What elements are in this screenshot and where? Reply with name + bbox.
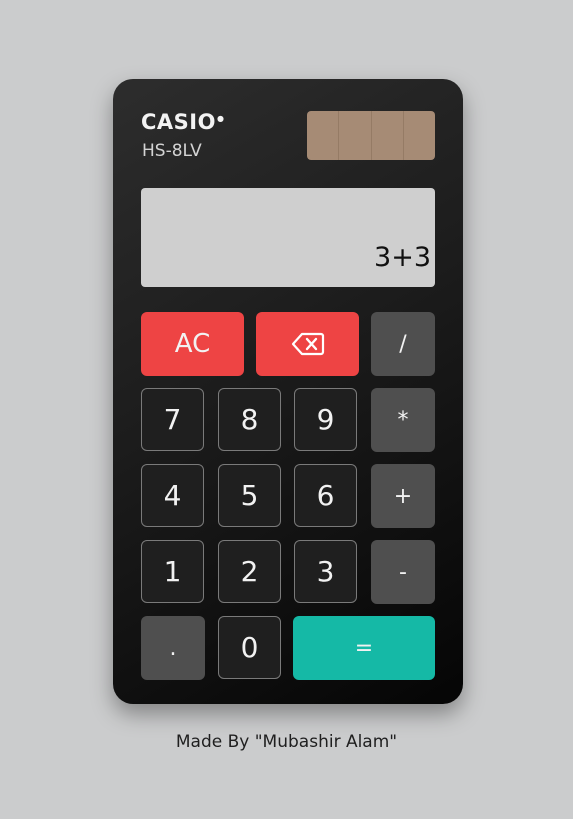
solar-panel: [307, 111, 435, 160]
page: CASIO● HS-8LV 3+3 AC / 7 8 9 * 4 5 6 + 1…: [0, 0, 573, 819]
digit-2-button[interactable]: 2: [218, 540, 281, 603]
digit-4-button[interactable]: 4: [141, 464, 204, 527]
decimal-button[interactable]: .: [141, 616, 205, 680]
display-expression: 3+3: [374, 242, 431, 273]
digit-9-button[interactable]: 9: [294, 388, 357, 451]
add-button[interactable]: +: [371, 464, 435, 528]
display-screen: 3+3: [141, 188, 435, 287]
subtract-button[interactable]: -: [371, 540, 435, 604]
solar-cell: [339, 111, 372, 160]
brand-logo: CASIO●: [141, 110, 225, 134]
equals-button[interactable]: =: [293, 616, 435, 680]
digit-7-button[interactable]: 7: [141, 388, 204, 451]
calculator-body: CASIO● HS-8LV 3+3 AC / 7 8 9 * 4 5 6 + 1…: [113, 79, 463, 704]
digit-5-button[interactable]: 5: [218, 464, 281, 527]
digit-6-button[interactable]: 6: [294, 464, 357, 527]
solar-cell: [307, 111, 340, 160]
backspace-icon: [291, 332, 324, 356]
credit-caption: Made By "Mubashir Alam": [175, 732, 398, 752]
backspace-button[interactable]: [256, 312, 359, 376]
clear-button[interactable]: AC: [141, 312, 244, 376]
digit-3-button[interactable]: 3: [294, 540, 357, 603]
solar-cell: [404, 111, 435, 160]
digit-0-button[interactable]: 0: [218, 616, 281, 679]
model-label: HS-8LV: [142, 141, 202, 161]
multiply-button[interactable]: *: [371, 388, 435, 452]
digit-8-button[interactable]: 8: [218, 388, 281, 451]
divide-button[interactable]: /: [371, 312, 435, 376]
solar-cell: [372, 111, 404, 160]
digit-1-button[interactable]: 1: [141, 540, 204, 603]
